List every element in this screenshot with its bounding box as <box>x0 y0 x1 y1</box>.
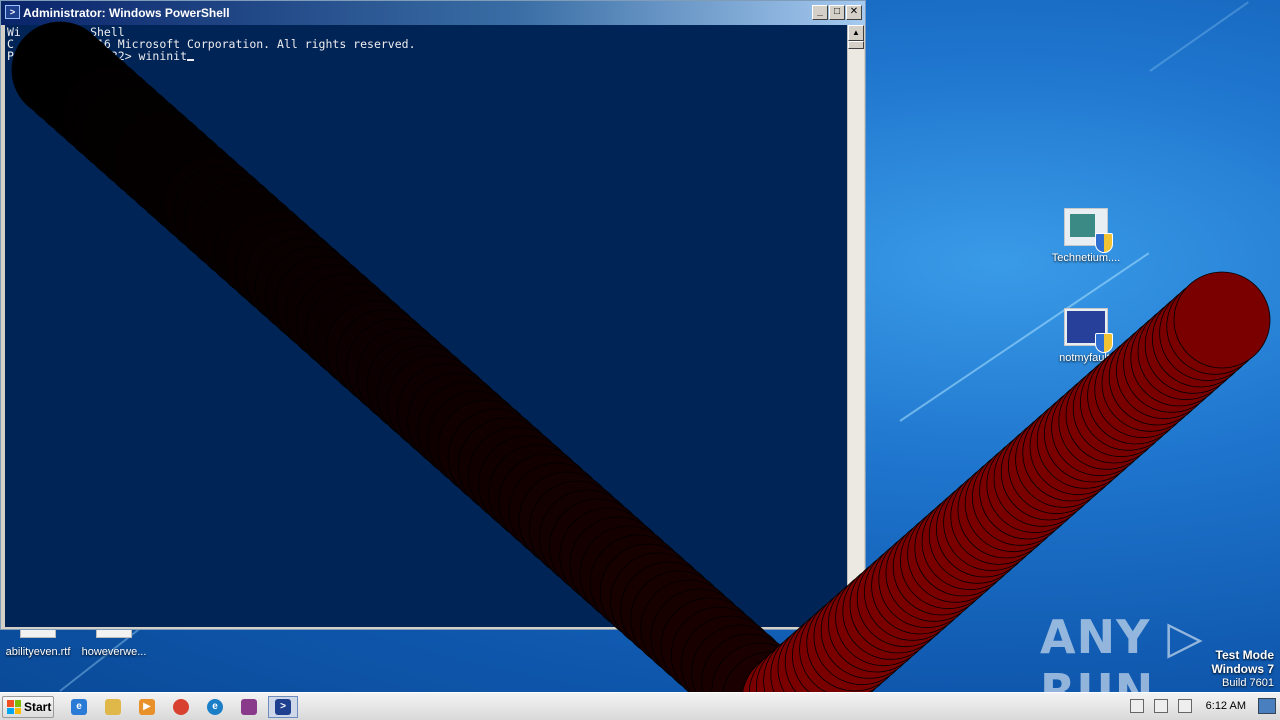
scroll-down-button[interactable]: ▼ <box>848 609 864 625</box>
start-button[interactable]: Start <box>2 696 54 718</box>
bluescreen-app-icon <box>1064 308 1113 353</box>
winrar-icon <box>241 699 257 715</box>
rtf-file-icon <box>20 630 56 638</box>
taskbar-powershell[interactable]: > <box>268 696 298 718</box>
windows-version-line: Windows 7 <box>1211 662 1274 676</box>
desktop-file-label: abilityeven.rtf <box>5 646 71 658</box>
explorer-icon <box>105 699 121 715</box>
file-icon <box>96 630 132 638</box>
system-tray: 6:12 AM <box>1120 693 1280 720</box>
vertical-scrollbar[interactable]: ▲ ▼ <box>847 25 864 627</box>
scroll-up-button[interactable]: ▲ <box>848 25 864 41</box>
powershell-icon: > <box>275 699 291 715</box>
taskbar-explorer[interactable] <box>98 696 128 718</box>
console-output[interactable]: Wi Shell C 2016 Microsoft Corporation. Al… <box>5 25 847 627</box>
volume-icon[interactable] <box>1178 699 1192 713</box>
action-center-flag-icon[interactable] <box>1130 699 1144 713</box>
taskbar: Start e ▶ e > 6:12 AM <box>0 692 1280 720</box>
show-desktop-icon[interactable] <box>1258 698 1276 714</box>
console-line: P m32> wininit <box>7 49 188 63</box>
desktop-icon-label: Technetium.... <box>1051 252 1121 264</box>
taskbar-edge[interactable]: e <box>200 696 230 718</box>
desktop-icon-notmyfault[interactable]: notmyfault. <box>1046 308 1126 364</box>
taskbar-winrar[interactable] <box>234 696 264 718</box>
scrollbar-thumb[interactable] <box>848 41 864 49</box>
taskbar-media-player[interactable]: ▶ <box>132 696 162 718</box>
window-app-icon <box>1064 208 1113 253</box>
desktop-icon-technetium[interactable]: Technetium.... <box>1046 208 1126 264</box>
edge-icon: e <box>207 699 223 715</box>
desktop-file-label: howeverwe... <box>81 646 147 658</box>
text-cursor <box>187 59 195 61</box>
test-mode-watermark: Test Mode Windows 7 Build 7601 <box>1211 648 1274 690</box>
ie-icon: e <box>71 699 87 715</box>
wallpaper-streak <box>1149 1 1249 72</box>
window-title: Administrator: Windows PowerShell <box>23 6 230 20</box>
build-line: Build 7601 <box>1222 677 1274 689</box>
powershell-window[interactable]: > Administrator: Windows PowerShell _ □ … <box>0 0 866 630</box>
chrome-icon <box>173 699 189 715</box>
close-button[interactable]: ✕ <box>846 5 862 20</box>
window-titlebar[interactable]: > Administrator: Windows PowerShell _ □ … <box>1 1 865 25</box>
desktop-icon-label: notmyfault. <box>1059 352 1113 364</box>
desktop-file-howeverwe[interactable]: howeverwe... <box>76 630 152 658</box>
start-label: Start <box>24 700 52 714</box>
uac-shield-icon <box>1095 233 1113 253</box>
console-prompt-line: P m32> wininit <box>7 50 845 62</box>
taskbar-chrome[interactable] <box>166 696 196 718</box>
minimize-button[interactable]: _ <box>812 5 828 20</box>
uac-shield-icon <box>1095 333 1113 353</box>
network-icon[interactable] <box>1154 699 1168 713</box>
test-mode-line: Test Mode <box>1215 648 1274 662</box>
windows-logo-icon <box>7 700 21 714</box>
powershell-icon: > <box>5 5 20 19</box>
clock[interactable]: 6:12 AM <box>1206 700 1246 712</box>
media-player-icon: ▶ <box>139 699 155 715</box>
maximize-button[interactable]: □ <box>829 5 845 20</box>
taskbar-ie[interactable]: e <box>64 696 94 718</box>
desktop-file-abilityeven[interactable]: abilityeven.rtf <box>0 630 76 658</box>
wallpaper-streak <box>999 405 1185 562</box>
